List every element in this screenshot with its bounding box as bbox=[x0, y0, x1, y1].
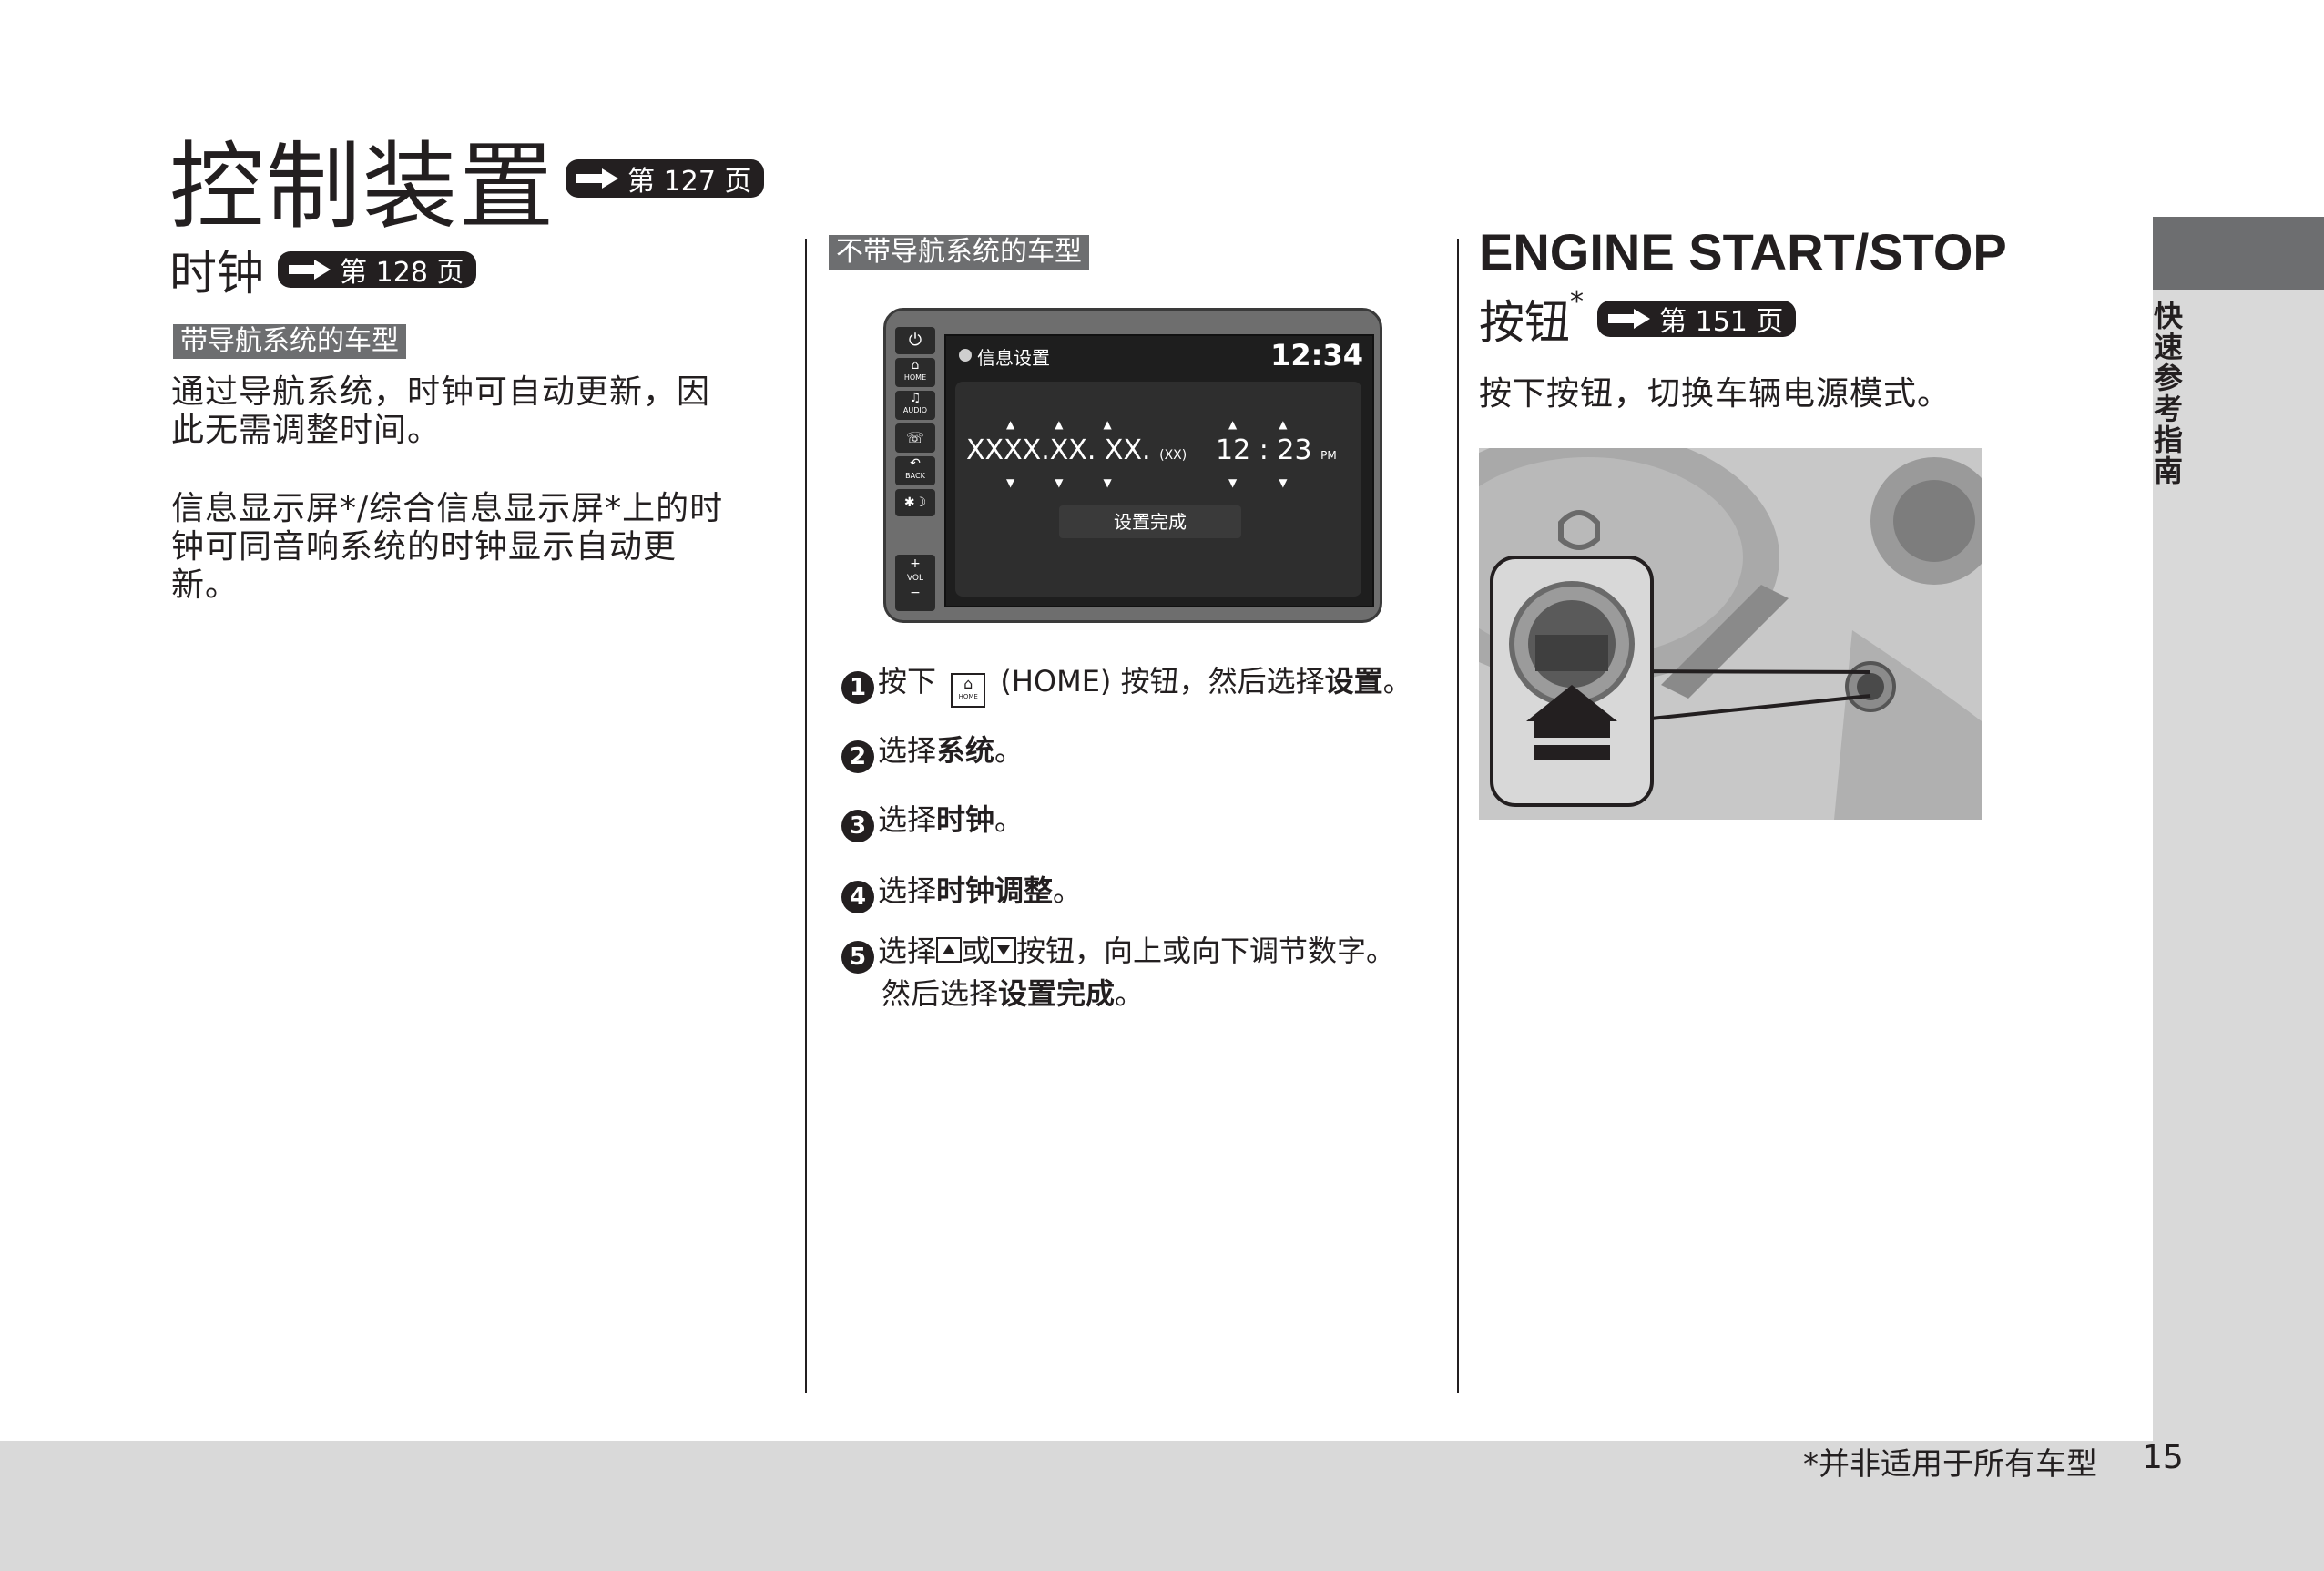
footnote: *并非适用于所有车型 bbox=[1803, 1446, 2097, 1483]
down-arrow-key-icon bbox=[991, 937, 1017, 963]
arrow-right-icon bbox=[1608, 309, 1651, 329]
side-tab[interactable] bbox=[2153, 217, 2324, 290]
display-text-line: 钟可同音响系统的时钟显示自动更 bbox=[171, 528, 678, 566]
engine-heading-text: 按钮 bbox=[1479, 296, 1570, 349]
display-text: 信息显示屏*/综合信息显示屏*上的时 钟可同音响系统的时钟显示自动更 新。 bbox=[171, 490, 723, 605]
power-button[interactable]: ⏻ bbox=[895, 327, 935, 354]
back-button-label: BACK bbox=[905, 472, 925, 480]
up-arrow-key-icon bbox=[936, 937, 963, 963]
step-2: 2 选择系统。 bbox=[841, 730, 1024, 773]
screen-header-icon bbox=[959, 349, 972, 362]
step-bold: 时钟 bbox=[936, 802, 995, 837]
page-ref-badge[interactable]: 第 127 页 bbox=[566, 158, 765, 198]
step-number: 4 bbox=[841, 881, 874, 913]
date-down-arrows[interactable]: ▼▼▼ bbox=[1006, 476, 1152, 489]
nav-text-line: 通过导航系统，时钟可自动更新，因 bbox=[171, 373, 711, 411]
volume-down-icon: − bbox=[910, 586, 921, 600]
asterisk: * bbox=[1570, 286, 1584, 318]
page-title: 控制装置 第 127 页 bbox=[169, 109, 765, 247]
nav-text-line: 此无需调整时间。 bbox=[171, 412, 442, 449]
column-divider-1 bbox=[805, 239, 807, 1393]
display-text-line: 新。 bbox=[171, 566, 240, 604]
home-icon: ⌂ bbox=[911, 358, 920, 372]
arrow-right-icon bbox=[576, 168, 619, 189]
display-text-line: 信息显示屏*/综合信息显示屏*上的时 bbox=[171, 490, 724, 527]
dashboard-drawing bbox=[1479, 448, 1982, 820]
volume-rocker[interactable]: + VOL − bbox=[895, 555, 935, 611]
audio-button[interactable]: ♫ AUDIO bbox=[895, 391, 935, 420]
set-done-label: 设置完成 bbox=[1114, 511, 1187, 533]
nav-text: 通过导航系统，时钟可自动更新，因 此无需调整时间。 bbox=[171, 373, 710, 450]
clock-heading-text: 时钟 bbox=[169, 247, 265, 301]
step-number: 3 bbox=[841, 810, 874, 842]
date-suffix: (XX) bbox=[1159, 448, 1187, 463]
date-display: XXXX.XX. XX. (XX) bbox=[966, 434, 1187, 466]
music-note-icon: ♫ bbox=[909, 391, 922, 405]
brightness-icon: ✱☽ bbox=[903, 495, 927, 510]
step-1: 1 按下 ⌂ HOME (HOME) 按钮，然后选择设置。 bbox=[841, 661, 1412, 708]
set-done-button[interactable]: 设置完成 bbox=[1059, 505, 1241, 538]
clock-ampm: PM bbox=[1320, 449, 1337, 462]
step-3: 3 选择时钟。 bbox=[841, 800, 1024, 842]
audio-button-label: AUDIO bbox=[902, 406, 928, 414]
screen-time: 12:34 bbox=[1270, 338, 1363, 372]
home-key-icon: ⌂ HOME bbox=[951, 673, 986, 708]
step-text: (HOME) 按钮，然后选择 bbox=[1000, 664, 1325, 699]
step-number: 5 bbox=[841, 941, 874, 974]
brightness-button[interactable]: ✱☽ bbox=[895, 489, 935, 516]
clock-value: 12 : 23 bbox=[1216, 434, 1312, 466]
step-4: 4 选择时钟调整。 bbox=[841, 871, 1082, 913]
clock-down-arrows[interactable]: ▼▼ bbox=[1228, 476, 1329, 489]
head-unit-illustration: ⏻ ⌂ HOME ♫ AUDIO ☏ ↶ BACK ✱☽ + VOL − 信息设… bbox=[883, 308, 1382, 623]
engine-heading-1: ENGINE START/STOP bbox=[1479, 223, 2007, 281]
engine-ref-badge[interactable]: 第 151 页 bbox=[1597, 301, 1797, 338]
head-unit-button-strip: ⏻ ⌂ HOME ♫ AUDIO ☏ ↶ BACK ✱☽ + VOL − bbox=[892, 320, 941, 613]
home-button-label: HOME bbox=[903, 373, 927, 382]
step-bold: 设置完成 bbox=[998, 976, 1116, 1011]
nav-model-label: 带导航系统的车型 bbox=[173, 324, 406, 359]
phone-button[interactable]: ☏ bbox=[895, 423, 935, 453]
page-number: 15 bbox=[2142, 1439, 2184, 1476]
engine-button-illustration bbox=[1479, 448, 1982, 820]
back-button[interactable]: ↶ BACK bbox=[895, 456, 935, 485]
engine-heading-2: 按钮* 第 151 页 bbox=[1479, 286, 1797, 352]
step-bold: 设置 bbox=[1324, 664, 1383, 699]
step-bold: 时钟调整 bbox=[936, 873, 1054, 908]
engine-text: 按下按钮，切换车辆电源模式。 bbox=[1479, 375, 1952, 413]
clock-display: 12 : 23 PM bbox=[1216, 434, 1337, 466]
power-icon: ⏻ bbox=[908, 331, 922, 350]
date-value: XXXX.XX. XX. bbox=[966, 434, 1151, 466]
side-tab-label: 快速参考指南 bbox=[2149, 301, 2184, 486]
sidebar-top-white bbox=[2153, 0, 2324, 217]
back-icon: ↶ bbox=[910, 456, 921, 471]
screen-header-title: 信息设置 bbox=[977, 347, 1050, 369]
step-text: 按下 bbox=[878, 664, 937, 699]
step-number: 1 bbox=[841, 671, 874, 704]
phone-icon: ☏ bbox=[905, 429, 924, 446]
volume-label: VOL bbox=[906, 574, 924, 583]
step-bold: 系统 bbox=[936, 733, 995, 768]
step-5: 5 选择或按钮，向上或向下调节数字。 然后选择设置完成。 bbox=[841, 931, 1395, 1014]
screen-panel: ▲▲▲ XXXX.XX. XX. (XX) ▼▼▼ ▲▲ 12 : 23 PM … bbox=[955, 382, 1361, 597]
arrow-right-icon bbox=[289, 259, 331, 280]
home-button[interactable]: ⌂ HOME bbox=[895, 358, 935, 387]
clock-ref-badge[interactable]: 第 128 页 bbox=[278, 250, 477, 289]
no-nav-model-label: 不带导航系统的车型 bbox=[829, 235, 1089, 270]
clock-heading: 时钟 第 128 页 bbox=[169, 235, 477, 303]
date-up-arrows[interactable]: ▲▲▲ bbox=[1006, 418, 1152, 431]
column-divider-2 bbox=[1457, 239, 1459, 1393]
step-number: 2 bbox=[841, 740, 874, 773]
volume-up-icon: + bbox=[910, 556, 921, 571]
page-title-text: 控制装置 bbox=[169, 131, 556, 242]
clock-up-arrows[interactable]: ▲▲ bbox=[1228, 418, 1329, 431]
head-unit-screen: 信息设置 12:34 ▲▲▲ XXXX.XX. XX. (XX) ▼▼▼ ▲▲ … bbox=[944, 334, 1374, 607]
